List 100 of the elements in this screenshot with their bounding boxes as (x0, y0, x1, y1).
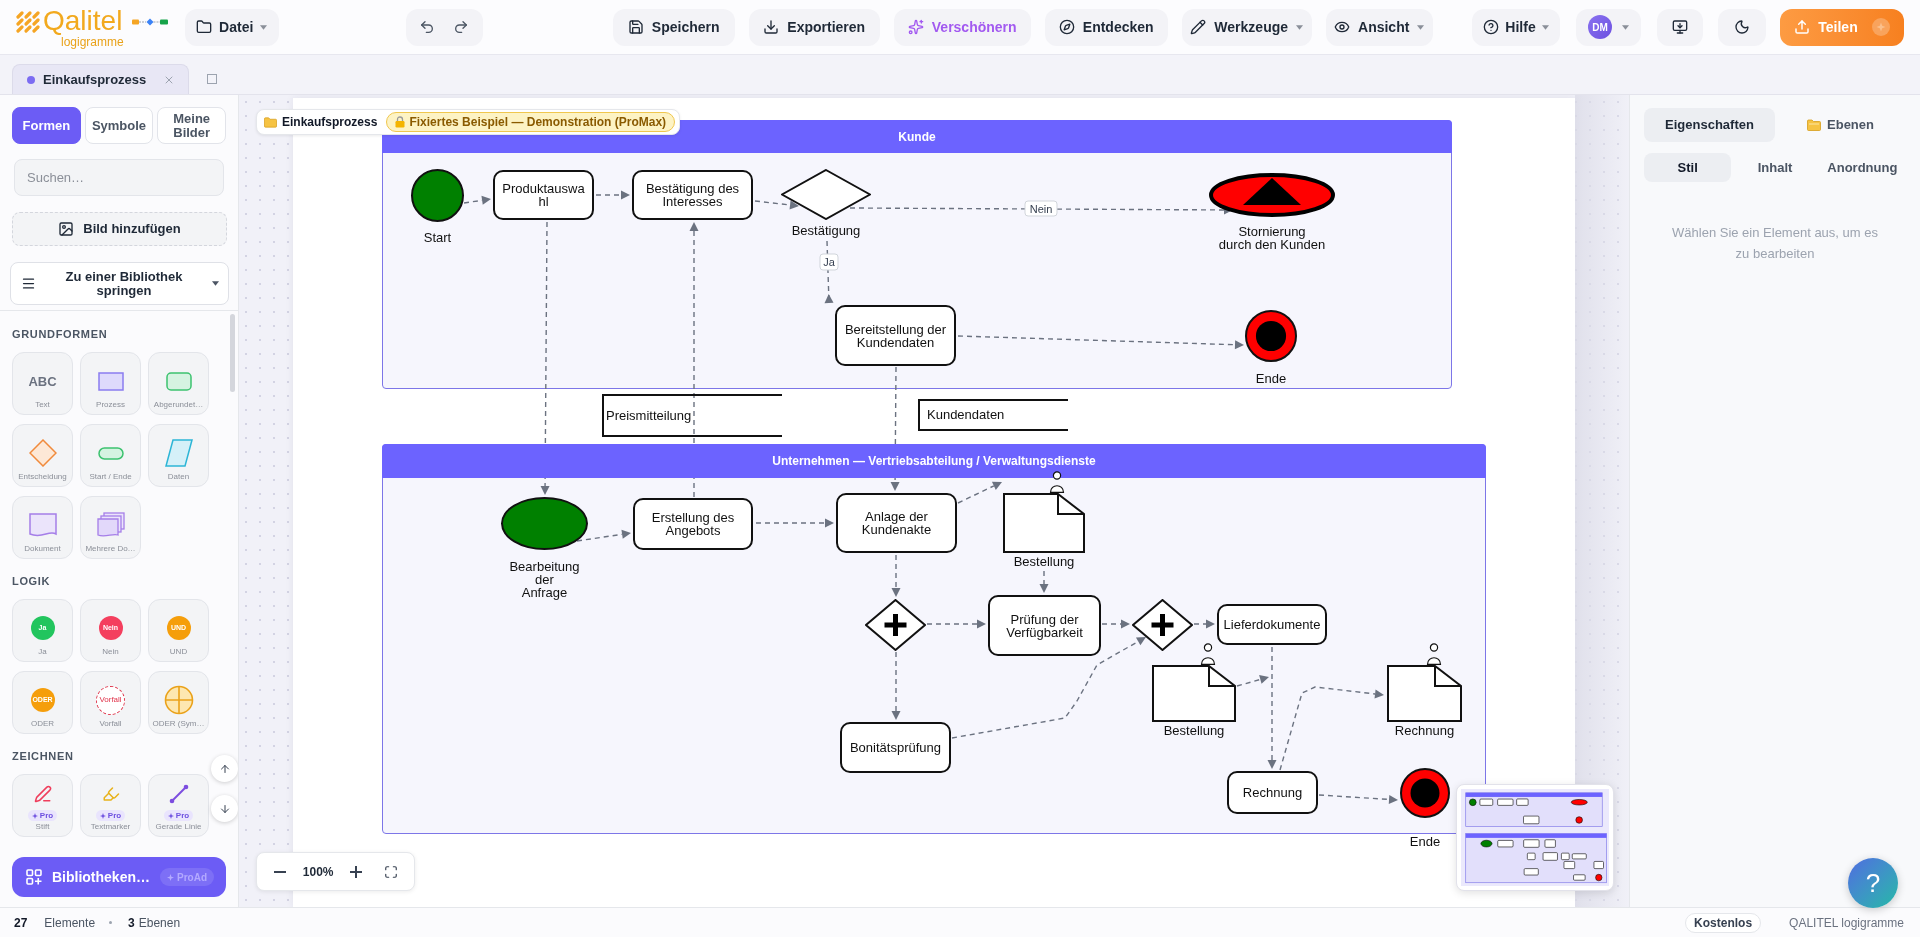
shape-tile[interactable]: Abgerundet… (148, 352, 209, 415)
sidebar-tab[interactable]: Symbole (84, 107, 154, 144)
flow-arrow (576, 529, 631, 542)
flow-arrow (891, 554, 901, 597)
task-box: Erstellung des Angebots (633, 498, 753, 550)
caret-icon (212, 281, 219, 286)
discover-button[interactable]: Entdecken (1044, 8, 1168, 46)
save-button[interactable]: Speichern (612, 8, 735, 46)
account-button[interactable]: DM (1576, 8, 1641, 46)
file-menu-button[interactable]: Datei (184, 8, 279, 46)
annotation: Preismitteilung (602, 394, 782, 437)
redo-icon (453, 19, 470, 35)
export-button[interactable]: Exportieren (748, 8, 880, 46)
node-label: Ende (1255, 372, 1287, 385)
lane-header: Unternehmen — Vertriebsabteilung / Verwaltungsdienste (382, 444, 1486, 478)
element-count-label: Elemente (44, 914, 96, 932)
section-heading: GRUNDFORMEN (12, 328, 108, 341)
user-avatar: DM (1588, 15, 1612, 39)
beautify-button[interactable]: Verschönern (893, 8, 1031, 46)
panel-subtab[interactable]: Stil (1644, 153, 1732, 182)
document-tab[interactable]: Einkaufsprozess (12, 64, 190, 94)
section-heading: ZEICHNEN (12, 750, 74, 763)
person-icon (1200, 643, 1216, 665)
flow-arrow (1193, 619, 1215, 629)
sparkles-icon (907, 19, 924, 35)
theme-toggle-button[interactable] (1718, 8, 1766, 46)
shape-tile[interactable]: Daten (148, 424, 209, 487)
node-label: Bestätigung (791, 224, 861, 237)
scrollbar[interactable] (230, 314, 235, 392)
pill-icon (97, 446, 124, 460)
add-image-button[interactable]: Bild hinzufügen (12, 212, 227, 246)
product-name: QALITEL logigramme (1789, 914, 1904, 932)
zoom-level: 100% (302, 863, 334, 881)
shape-tile[interactable]: Pro Gerade Linie (148, 774, 209, 837)
shape-tile[interactable]: Entscheidung (12, 424, 73, 487)
parallel-gateway (1132, 599, 1193, 651)
task-box: Produktauswahl (493, 170, 594, 220)
arrow-down-icon (218, 802, 231, 815)
element-count: 27 (14, 914, 28, 932)
person-icon (1426, 643, 1442, 665)
shape-tile[interactable]: ABC Text (12, 352, 73, 415)
shape-tile[interactable]: Vorfall Vorfall (80, 671, 141, 734)
scroll-down-button[interactable] (211, 795, 238, 822)
search-field[interactable]: Suchen… (14, 159, 224, 196)
fullscreen-icon (383, 864, 398, 879)
sidebar-tab[interactable]: Formen (12, 107, 81, 144)
panel-tab[interactable]: Eigenschaften (1644, 108, 1775, 142)
minus-icon (274, 870, 287, 873)
arrow-up-icon (218, 762, 231, 775)
shape-tile[interactable]: Mehrere Do… (80, 496, 141, 559)
highlighter-icon (101, 785, 120, 803)
shape-tile[interactable]: Dokument (12, 496, 73, 559)
sparkle-icon (99, 812, 106, 819)
shape-tile[interactable]: Prozess (80, 352, 141, 415)
moon-icon (1734, 19, 1750, 35)
menu-icon (21, 276, 36, 291)
task-box: Bereitstellung der Kundendaten (835, 305, 956, 366)
flow-arrow (957, 481, 1002, 504)
incident-symbol: Vorfall (96, 685, 125, 715)
pro-badge: ProAd (160, 868, 214, 886)
document-icon (28, 512, 57, 538)
end-event (1245, 310, 1297, 362)
scroll-up-button[interactable] (211, 755, 238, 782)
share-button[interactable]: Teilen (1780, 8, 1904, 46)
node-label: Stornierung durch den Kunden (1218, 225, 1326, 251)
library-select[interactable]: Zu einer Bibliothek springen (10, 262, 229, 305)
empty-selection-message: Wählen Sie ein Element aus, um es zu bearbeiten (1671, 224, 1879, 263)
shape-tile[interactable]: ODER (Sym… (148, 671, 209, 734)
sidebar-tab[interactable]: Meine Bilder (157, 107, 226, 144)
node-label: Bearbeitung der Anfrage (509, 560, 580, 599)
breadcrumb-title: Einkaufsprozess (282, 114, 378, 131)
pro-icon (1871, 18, 1890, 36)
help-icon (1483, 19, 1500, 35)
task-box: Anlage der Kundenakte (836, 493, 957, 553)
panel-subtab[interactable]: Anordnung (1818, 153, 1906, 182)
connector-label: Ja (819, 253, 839, 271)
sparkle-icon (167, 873, 174, 881)
layer-count-label: Ebenen (138, 914, 181, 932)
panel-subtab[interactable]: Inhalt (1731, 153, 1819, 182)
shape-tile[interactable]: Pro Stift (12, 774, 73, 837)
node-label: Bestellung (1013, 555, 1075, 568)
logo-text: Qalitel (43, 6, 124, 35)
view-menu-button[interactable]: Ansicht (1325, 8, 1433, 46)
help-menu-button[interactable]: Hilfe (1472, 8, 1560, 46)
install-button[interactable] (1657, 8, 1703, 46)
pro-badge: Pro (27, 810, 58, 821)
panel-tab[interactable]: Ebenen (1775, 108, 1906, 142)
sparkle-icon (167, 812, 174, 819)
plus-icon (350, 865, 363, 878)
section-heading: LOGIK (12, 575, 51, 588)
shape-tile[interactable]: Pro Textmarker (80, 774, 141, 837)
libraries-button[interactable]: Bibliotheken… ProAd (12, 857, 226, 897)
layer-count: 3 (128, 914, 135, 932)
flow-arrow (824, 240, 834, 304)
tools-menu-button[interactable]: Werkzeuge (1181, 8, 1312, 46)
shape-tile[interactable]: Start / Ende (80, 424, 141, 487)
flow-arrow (463, 195, 491, 205)
flow-icon (131, 17, 168, 26)
folder-icon (196, 19, 213, 35)
flow-arrow (1101, 619, 1130, 629)
